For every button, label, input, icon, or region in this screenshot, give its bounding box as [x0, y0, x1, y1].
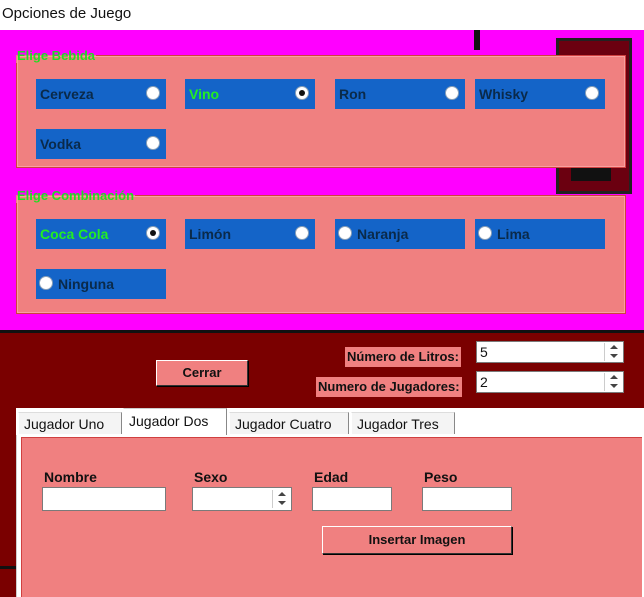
radio-coca-cola[interactable]: Coca Cola — [36, 219, 166, 249]
radio-circle — [478, 226, 492, 240]
radio-circle — [295, 226, 309, 240]
peso-field[interactable] — [422, 487, 512, 511]
chevron-up-icon[interactable] — [604, 373, 622, 382]
insertar-imagen-button[interactable]: Insertar Imagen — [322, 526, 512, 554]
background-stroke — [0, 330, 644, 333]
stepper-arrows[interactable] — [604, 373, 622, 391]
radio-cerveza[interactable]: Cerveza — [36, 79, 166, 109]
litros-stepper[interactable]: 5 — [476, 341, 624, 363]
radio-label: Whisky — [479, 86, 529, 102]
chevron-down-icon[interactable] — [604, 352, 622, 361]
radio-circle — [146, 86, 160, 100]
stepper-arrows[interactable] — [272, 490, 290, 508]
tab-jugador-uno[interactable]: Jugador Uno — [18, 412, 122, 434]
radio-circle — [295, 86, 309, 100]
chevron-down-icon[interactable] — [604, 382, 622, 391]
title-bar: Opciones de Juego — [0, 0, 644, 30]
radio-ron[interactable]: Ron — [335, 79, 465, 109]
sexo-label: Sexo — [194, 469, 228, 485]
radio-label: Lima — [497, 226, 530, 242]
edad-field[interactable] — [312, 487, 392, 511]
radio-dot — [150, 230, 156, 236]
radio-label: Vodka — [40, 136, 81, 152]
radio-ninguna[interactable]: Ninguna — [36, 269, 166, 299]
jugadores-value: 2 — [480, 374, 488, 390]
chevron-down-icon[interactable] — [272, 499, 290, 508]
jugadores-stepper[interactable]: 2 — [476, 371, 624, 393]
background-stroke — [0, 566, 16, 569]
bebida-legend: Elige Bebida — [17, 48, 96, 63]
radio-whisky[interactable]: Whisky — [475, 79, 605, 109]
radio-limon[interactable]: Limón — [185, 219, 315, 249]
background-stroke — [474, 30, 480, 50]
litros-label: Número de Litros: — [345, 347, 461, 367]
radio-vino[interactable]: Vino — [185, 79, 315, 109]
radio-vodka[interactable]: Vodka — [36, 129, 166, 159]
radio-circle — [585, 86, 599, 100]
nombre-field[interactable] — [42, 487, 166, 511]
cerrar-button[interactable]: Cerrar — [156, 360, 248, 386]
nombre-label: Nombre — [44, 469, 97, 485]
peso-label: Peso — [424, 469, 458, 485]
radio-circle — [146, 226, 160, 240]
radio-label: Limón — [189, 226, 231, 242]
stepper-arrows[interactable] — [604, 343, 622, 361]
radio-lima[interactable]: Lima — [475, 219, 605, 249]
player-form: Nombre Sexo Edad Peso Insertar Imagen — [21, 437, 642, 597]
radio-label: Ninguna — [58, 276, 114, 292]
radio-label: Coca Cola — [40, 226, 109, 242]
radio-label: Cerveza — [40, 86, 94, 102]
radio-label: Naranja — [357, 226, 409, 242]
radio-circle — [39, 276, 53, 290]
player-tabs: Jugador Uno Jugador Dos Jugador Cuatro J… — [16, 408, 644, 436]
edad-label: Edad — [314, 469, 349, 485]
combinacion-legend: Elige Combinación — [17, 188, 135, 203]
tab-jugador-cuatro[interactable]: Jugador Cuatro — [229, 412, 349, 434]
radio-label: Vino — [189, 86, 220, 102]
radio-circle — [445, 86, 459, 100]
radio-circle — [146, 136, 160, 150]
radio-dot — [299, 90, 305, 96]
radio-naranja[interactable]: Naranja — [335, 219, 465, 249]
form-client-area: Elige Bebida Cerveza Vino Ron Whisky Vod… — [0, 30, 644, 597]
chevron-up-icon[interactable] — [272, 490, 290, 499]
chevron-up-icon[interactable] — [604, 343, 622, 352]
tab-jugador-dos[interactable]: Jugador Dos — [123, 408, 227, 435]
tab-panel: Nombre Sexo Edad Peso Insertar Imagen — [16, 435, 644, 597]
sexo-stepper[interactable] — [192, 487, 292, 511]
radio-label: Ron — [339, 86, 367, 102]
window-title: Opciones de Juego — [2, 5, 132, 22]
litros-value: 5 — [480, 344, 488, 360]
radio-circle — [338, 226, 352, 240]
tab-jugador-tres[interactable]: Jugador Tres — [351, 412, 455, 434]
jugadores-label: Numero de Jugadores: — [316, 377, 462, 397]
